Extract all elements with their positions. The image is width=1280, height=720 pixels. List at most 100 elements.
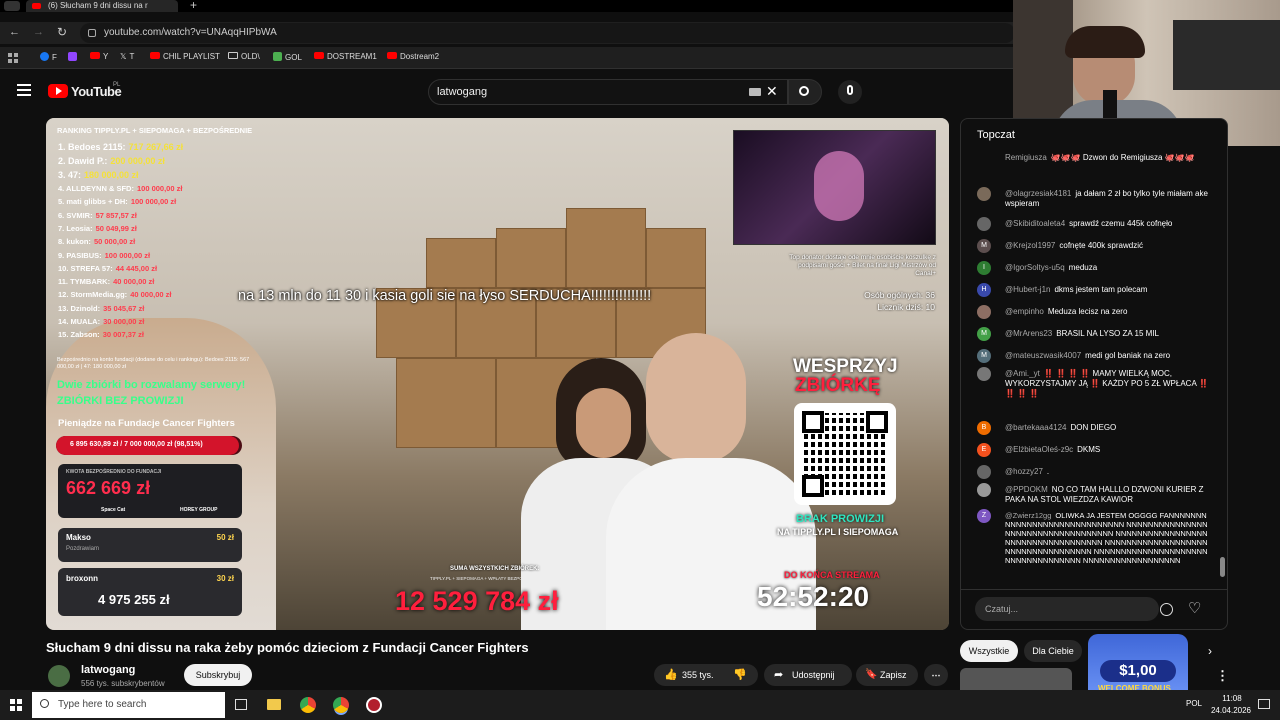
- chat-author[interactable]: @Zwierz12gg: [1005, 511, 1051, 520]
- chat-avatar[interactable]: [977, 305, 991, 319]
- bookmark-twitch[interactable]: [68, 52, 77, 62]
- channel-avatar[interactable]: [48, 665, 70, 687]
- chrome-icon[interactable]: [300, 697, 316, 713]
- search-button[interactable]: [788, 79, 822, 105]
- chat-avatar[interactable]: I: [977, 261, 991, 275]
- windows-start-icon[interactable]: [10, 699, 22, 711]
- bookmark-facebook[interactable]: F: [40, 52, 57, 62]
- bookmark-x[interactable]: 𝕏T: [120, 52, 134, 61]
- clear-search-icon[interactable]: ✕: [766, 83, 778, 100]
- chat-author[interactable]: @MrArens23: [1005, 329, 1052, 338]
- video-player[interactable]: RANKING TIPPLY.PL + SIEPOMAGA + BEZPOŚRE…: [46, 118, 949, 630]
- more-actions-icon[interactable]: ⋯: [924, 664, 948, 686]
- save-button[interactable]: 🔖 Zapisz: [856, 664, 918, 686]
- bookmark-old[interactable]: OLD\: [228, 52, 260, 61]
- bookmark-youtube[interactable]: Y: [90, 52, 108, 61]
- keyboard-icon[interactable]: [749, 88, 761, 96]
- subscriber-count: 556 tys. subskrybentów: [81, 679, 165, 688]
- address-bar[interactable]: youtube.com/watch?v=UNAqqHIPbWA: [80, 23, 1015, 43]
- tab-search-button[interactable]: [4, 1, 20, 11]
- app-icon[interactable]: [366, 697, 382, 713]
- chat-avatar[interactable]: [977, 217, 991, 231]
- chat-avatar[interactable]: Z: [977, 509, 991, 523]
- ranking-name: 9. PASIBUS:: [58, 250, 102, 260]
- site-info-icon[interactable]: [88, 29, 96, 37]
- emoji-icon[interactable]: [1160, 603, 1173, 616]
- chat-author[interactable]: @bartekaaa4124: [1005, 423, 1067, 432]
- chat-avatar[interactable]: M: [977, 349, 991, 363]
- sponsor-space-cat: Space Cat: [101, 507, 126, 513]
- chat-author[interactable]: @IgorSoltys-u5q: [1005, 263, 1065, 272]
- chat-avatar[interactable]: [977, 465, 991, 479]
- chat-author[interactable]: @empinho: [1005, 307, 1044, 316]
- chat-avatar[interactable]: [977, 367, 991, 381]
- chat-scrollbar[interactable]: [1220, 155, 1226, 577]
- chat-author[interactable]: @Krejzol1997: [1005, 241, 1055, 250]
- heart-icon[interactable]: ♡: [1188, 599, 1201, 617]
- chat-input[interactable]: Czatuj...: [975, 597, 1159, 621]
- chat-author[interactable]: @mateuszwasik4007: [1005, 351, 1081, 360]
- youtube-icon: [90, 52, 100, 59]
- bookmark-chil-playlist[interactable]: CHIL PLAYLIST: [150, 52, 220, 61]
- new-tab-icon[interactable]: +: [190, 0, 197, 12]
- chat-author[interactable]: @PPDOKM: [1005, 485, 1048, 494]
- clock-date[interactable]: 24.04.2026: [1206, 706, 1256, 715]
- forward-icon[interactable]: →: [33, 26, 44, 38]
- task-view-icon[interactable]: [235, 699, 247, 710]
- filter-for-you[interactable]: Dla Ciebie: [1024, 640, 1082, 662]
- bookmark-gol[interactable]: GOL: [273, 52, 302, 62]
- x-icon: 𝕏: [120, 52, 127, 61]
- share-button[interactable]: ➦ Udostępnij: [764, 664, 852, 686]
- bookmark-dostream2[interactable]: Dostream2: [387, 52, 439, 61]
- bookmark-dostream1[interactable]: DOSTREAM1: [314, 52, 377, 61]
- notifications-icon[interactable]: [1258, 699, 1270, 709]
- filter-all[interactable]: Wszystkie: [960, 640, 1018, 662]
- donation2-name: broxonn: [66, 574, 98, 583]
- chat-header[interactable]: Topczat: [977, 129, 1015, 141]
- chat-text: sprawdź czemu 445k cofnęło: [1069, 219, 1173, 228]
- reload-icon[interactable]: ↻: [57, 25, 67, 39]
- chat-author[interactable]: @Skibiditoaleta4: [1005, 219, 1065, 228]
- search-icon: [799, 86, 809, 96]
- more-vert-icon[interactable]: ⋮: [1216, 668, 1229, 684]
- chat-message: @olagrzesiak4181 ja dałam 2 zł bo tylko t…: [1005, 189, 1210, 209]
- menu-icon[interactable]: [17, 84, 31, 96]
- chat-avatar[interactable]: E: [977, 443, 991, 457]
- ranking-amount: 100 000,00 zł: [130, 197, 177, 207]
- live-chat: Topczat Remigiusza 🐙🐙🐙 Dzwon do Remigiusz…: [960, 118, 1228, 630]
- taskbar-search-input[interactable]: Type here to search: [32, 692, 225, 718]
- chat-author[interactable]: @Ami._yt: [1005, 369, 1040, 378]
- direct-note: Bezpośrednio na konto fundacji (dodane d…: [57, 357, 250, 370]
- file-explorer-icon[interactable]: [267, 699, 281, 710]
- clock-time[interactable]: 11:08: [1212, 694, 1252, 703]
- sponsor-horey-group: HOREY GROUP: [180, 507, 218, 513]
- qr-code[interactable]: [794, 403, 896, 505]
- back-icon[interactable]: ←: [9, 26, 20, 38]
- chat-avatar[interactable]: M: [977, 239, 991, 253]
- language-indicator[interactable]: POL: [1186, 699, 1202, 708]
- chat-author[interactable]: @olagrzesiak4181: [1005, 189, 1071, 198]
- apps-icon[interactable]: [8, 53, 18, 63]
- dislike-icon[interactable]: 👎: [733, 668, 747, 681]
- chat-avatar[interactable]: [977, 187, 991, 201]
- chat-author[interactable]: @ElżbietaOleś-z9c: [1005, 445, 1073, 454]
- chevron-right-icon[interactable]: ›: [1208, 644, 1212, 658]
- chat-avatar[interactable]: M: [977, 327, 991, 341]
- chat-avatar[interactable]: B: [977, 421, 991, 435]
- chat-text: DKMS: [1077, 445, 1101, 454]
- subscribe-button[interactable]: Subskrybuj: [184, 664, 252, 686]
- chrome-active-icon[interactable]: [333, 697, 349, 713]
- chat-avatar[interactable]: [977, 483, 991, 497]
- chat-author[interactable]: @hozzy27: [1005, 467, 1043, 476]
- chat-author[interactable]: @Hubert-j1n: [1005, 285, 1050, 294]
- youtube-logo-icon[interactable]: [48, 84, 68, 98]
- ranking-amount: 40 000,00 zł: [113, 277, 155, 287]
- browser-tab[interactable]: (6) Słucham 9 dni dissu na r: [26, 0, 178, 12]
- search-input[interactable]: latwogang: [428, 79, 788, 105]
- chat-message: @MrArens23 BRASIL NA LYSO ZA 15 MIL: [1005, 329, 1210, 339]
- chat-avatar[interactable]: H: [977, 283, 991, 297]
- channel-name[interactable]: latwogang: [81, 664, 135, 676]
- recommended-thumbnail[interactable]: [960, 668, 1072, 690]
- voice-search-button[interactable]: [838, 80, 862, 104]
- chat-author[interactable]: Remigiusza: [1005, 153, 1047, 162]
